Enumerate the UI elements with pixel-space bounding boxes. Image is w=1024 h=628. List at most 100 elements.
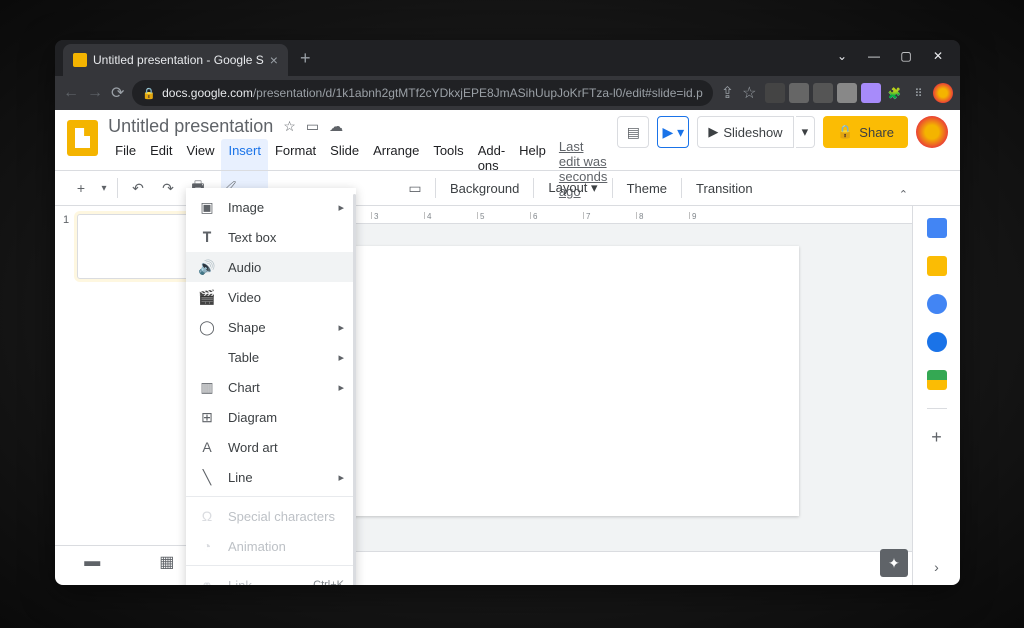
slideshow-button[interactable]: ▶Slideshow <box>697 116 793 148</box>
insert-comment-icon[interactable]: ▭ <box>401 174 429 202</box>
reload-button[interactable]: ⟳ <box>111 81 124 105</box>
meet-present-button[interactable]: ▶ ▾ <box>657 116 689 148</box>
slideshow-button-group: ▶Slideshow ▾ <box>697 116 815 148</box>
move-folder-icon[interactable]: ▭ <box>306 118 319 135</box>
video-icon: 🎬 <box>198 289 216 306</box>
insert-chart[interactable]: ▥Chart▸ <box>186 372 356 402</box>
profile-avatar[interactable] <box>933 83 953 103</box>
shape-icon: ◯ <box>198 319 216 336</box>
undo-button[interactable]: ↶ <box>124 174 152 202</box>
comment-history-button[interactable]: ▤ <box>617 116 649 148</box>
textbox-icon: 𝐓 <box>198 229 216 246</box>
keep-icon[interactable] <box>927 256 947 276</box>
lock-icon: 🔒 <box>142 87 156 100</box>
slideshow-dropdown[interactable]: ▾ <box>796 116 816 148</box>
chevron-down-icon[interactable]: ⌄ <box>826 40 858 72</box>
insert-video[interactable]: 🎬Video <box>186 282 356 312</box>
forward-button[interactable]: → <box>87 81 103 105</box>
extensions-puzzle-icon[interactable]: 🧩 <box>885 83 905 103</box>
ext-icon-4[interactable] <box>837 83 857 103</box>
filmstrip-view-icon[interactable]: ▬ <box>80 550 104 574</box>
slide-canvas[interactable] <box>319 246 799 516</box>
insert-link: ⚭LinkCtrl+K <box>186 570 356 585</box>
close-tab-icon[interactable]: × <box>270 52 278 68</box>
ext-icon-2[interactable] <box>789 83 809 103</box>
new-slide-button[interactable]: + <box>67 174 95 202</box>
separator <box>186 565 356 566</box>
new-slide-dropdown[interactable]: ▾ <box>97 174 111 202</box>
contacts-icon[interactable] <box>927 332 947 352</box>
animation-icon: ◔ <box>198 538 216 554</box>
insert-audio[interactable]: 🔊Audio <box>186 252 356 282</box>
url-text: docs.google.com/presentation/d/1k1abnh2g… <box>162 86 703 100</box>
line-icon: ╲ <box>198 469 216 486</box>
layout-button[interactable]: Layout ▾ <box>540 180 605 196</box>
slides-app: Untitled presentation ☆ ▭ ☁ File Edit Vi… <box>55 110 960 585</box>
document-bar: Untitled presentation ☆ ▭ ☁ File Edit Vi… <box>55 110 960 170</box>
transition-button[interactable]: Transition <box>688 181 761 196</box>
background-button[interactable]: Background <box>442 181 527 196</box>
ext-icon-5[interactable] <box>861 83 881 103</box>
chart-icon: ▥ <box>198 379 216 396</box>
window-controls: ⌄ — ▢ ✕ <box>826 40 954 72</box>
doc-actions: ▤ ▶ ▾ ▶Slideshow ▾ 🔒Share <box>617 116 948 148</box>
insert-animation: ◔Animation <box>186 531 356 561</box>
tasks-icon[interactable] <box>927 294 947 314</box>
link-icon: ⚭ <box>198 577 216 586</box>
get-addons-icon[interactable]: + <box>931 427 942 448</box>
insert-line[interactable]: ╲Line▸ <box>186 462 356 492</box>
account-avatar[interactable] <box>916 116 948 148</box>
maximize-button[interactable]: ▢ <box>890 40 922 72</box>
separator <box>612 178 613 198</box>
insert-image[interactable]: ▣Image▸ <box>186 192 356 222</box>
side-panel: + › <box>912 206 960 585</box>
titlebar: Untitled presentation - Google S × + ⌄ —… <box>55 40 960 76</box>
address-bar: ← → ⟳ 🔒 docs.google.com/presentation/d/1… <box>55 76 960 110</box>
share-button[interactable]: 🔒Share <box>823 116 908 148</box>
separator <box>533 178 534 198</box>
insert-textbox[interactable]: 𝐓Text box <box>186 222 356 252</box>
slide-thumbnail[interactable] <box>77 214 193 279</box>
audio-icon: 🔊 <box>198 259 216 276</box>
explore-button[interactable]: ✦ <box>880 549 908 577</box>
slides-favicon <box>73 53 87 67</box>
hide-sidepanel-icon[interactable]: › <box>934 559 939 575</box>
separator <box>681 178 682 198</box>
ext-icon-3[interactable] <box>813 83 833 103</box>
address-input[interactable]: 🔒 docs.google.com/presentation/d/1k1abnh… <box>132 80 712 106</box>
back-button[interactable]: ← <box>63 81 79 105</box>
slide-thumb-row: 1 <box>63 214 196 279</box>
separator <box>186 496 356 497</box>
theme-button[interactable]: Theme <box>619 181 675 196</box>
calendar-icon[interactable] <box>927 218 947 238</box>
close-window-button[interactable]: ✕ <box>922 40 954 72</box>
submenu-arrow-icon: ▸ <box>338 351 344 364</box>
insert-diagram[interactable]: ⊞Diagram <box>186 402 356 432</box>
redo-button[interactable]: ↷ <box>154 174 182 202</box>
submenu-arrow-icon: ▸ <box>338 321 344 334</box>
insert-menu-dropdown: ▣Image▸ 𝐓Text box 🔊Audio 🎬Video ◯Shape▸ … <box>186 188 356 585</box>
image-icon: ▣ <box>198 199 216 216</box>
star-icon[interactable]: ☆ <box>283 118 296 135</box>
new-tab-button[interactable]: + <box>300 48 311 69</box>
slide-number: 1 <box>63 214 73 279</box>
insert-shape[interactable]: ◯Shape▸ <box>186 312 356 342</box>
share-url-icon[interactable]: ⇪ <box>721 81 734 105</box>
document-title[interactable]: Untitled presentation <box>108 116 273 137</box>
submenu-arrow-icon: ▸ <box>338 381 344 394</box>
slides-logo-icon[interactable] <box>67 120 98 156</box>
maps-icon[interactable] <box>927 370 947 390</box>
minimize-button[interactable]: — <box>858 40 890 72</box>
google-apps-icon[interactable]: ⠿ <box>909 83 929 103</box>
grid-view-icon[interactable]: ▦ <box>155 550 179 574</box>
kebab-menu-icon[interactable]: ⋮ <box>957 81 961 105</box>
ext-icon-1[interactable] <box>765 83 785 103</box>
collapse-toolbar-icon[interactable]: ⌃ <box>899 188 908 201</box>
insert-wordart[interactable]: AWord art <box>186 432 356 462</box>
separator <box>435 178 436 198</box>
bookmark-star-icon[interactable]: ☆ <box>742 81 756 105</box>
cloud-status-icon[interactable]: ☁ <box>329 118 343 135</box>
insert-table[interactable]: Table▸ <box>186 342 356 372</box>
browser-tab[interactable]: Untitled presentation - Google S × <box>63 44 288 76</box>
extension-icons: 🧩 ⠿ ⋮ <box>765 81 961 105</box>
